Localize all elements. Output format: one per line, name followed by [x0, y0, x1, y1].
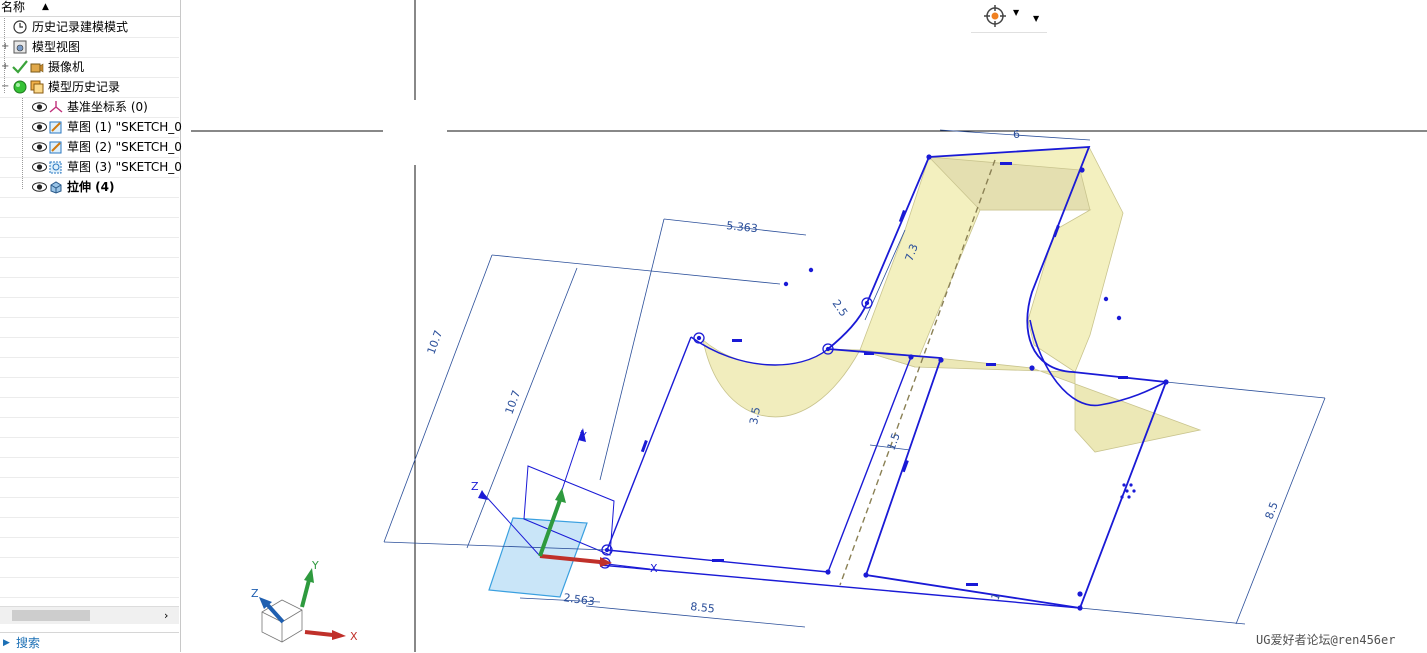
tree-item-label: 草图 (2) "SKETCH_0 — [67, 140, 182, 154]
extrude-surface[interactable] — [702, 146, 1202, 453]
empty-row — [0, 297, 179, 318]
sketch-icon — [49, 161, 62, 174]
dimension-top-width[interactable]: 6 — [1013, 128, 1020, 141]
tree-item-label: 拉伸 (4) — [67, 180, 115, 194]
tree-item-label: 基准坐标系 (0) — [67, 100, 148, 114]
part-navigator: 名称 ▲ 历史记录建模模式 + 模型视图 + 摄像机 − 模型历史记录 基准坐标… — [0, 0, 182, 653]
clock-icon — [13, 20, 27, 34]
expand-icon[interactable]: + — [1, 57, 9, 77]
triad-z-label: Z — [251, 587, 259, 600]
dimension-5-363[interactable]: 5.363 — [726, 219, 759, 235]
model-canvas[interactable]: 6 5.363 7.3 2.5 10.7 10.7 3.5 1.5 8.5 2.… — [181, 0, 1427, 652]
empty-row — [0, 457, 179, 478]
tangent-markers — [599, 297, 873, 569]
empty-row — [0, 537, 179, 558]
empty-row — [0, 437, 179, 458]
empty-row — [0, 357, 179, 378]
sketch-icon — [49, 121, 62, 134]
sketch-y-label: Y — [579, 430, 587, 443]
view-triad[interactable]: Z Y X — [251, 559, 358, 643]
name-column-header[interactable]: 名称 — [1, 0, 25, 15]
watermark-text: UG爱好者论坛@ren456er — [1256, 633, 1396, 647]
empty-row — [0, 337, 179, 358]
snap-toolbar: ▼ ▼ — [971, 0, 1047, 33]
expand-icon[interactable]: + — [1, 37, 9, 57]
sketch-z-label: Z — [471, 480, 479, 493]
search-section[interactable]: ▶ 搜索 — [0, 632, 179, 653]
camera-icon — [30, 63, 44, 73]
empty-row — [0, 577, 179, 598]
empty-row — [0, 317, 179, 338]
sort-ascending-icon[interactable]: ▲ — [42, 0, 49, 15]
empty-row — [0, 557, 179, 578]
tree-item-cameras[interactable]: + 摄像机 — [0, 57, 179, 78]
snap-dropdown-icon[interactable]: ▼ — [1013, 8, 1019, 17]
checkmark-icon — [12, 60, 28, 74]
empty-row — [0, 477, 179, 498]
triad-y-label: Y — [311, 559, 319, 572]
visibility-eye-icon[interactable] — [32, 102, 47, 112]
dimension-2-5[interactable]: 2.5 — [830, 297, 851, 319]
dimension-10-7-outer[interactable]: 10.7 — [425, 329, 446, 356]
empty-row — [0, 217, 179, 238]
tree-item-label: 摄像机 — [48, 60, 85, 74]
graphics-window[interactable]: 6 5.363 7.3 2.5 10.7 10.7 3.5 1.5 8.5 2.… — [181, 0, 1427, 652]
tree-item-label: 模型历史记录 — [48, 80, 121, 94]
tree-item-sketch-3[interactable]: 草图 (3) "SKETCH_0 — [0, 157, 182, 178]
dimension-8-55[interactable]: 8.55 — [690, 600, 716, 615]
snap-point-icon[interactable] — [983, 4, 1007, 28]
visibility-eye-icon[interactable] — [32, 162, 47, 172]
expand-triangle-icon[interactable]: ▶ — [3, 633, 10, 653]
collapse-icon[interactable]: − — [1, 77, 9, 97]
status-ok-icon — [13, 80, 27, 94]
empty-row — [0, 377, 179, 398]
datum-csys-icon — [49, 101, 63, 113]
tree-item-label: 历史记录建模模式 — [32, 20, 129, 34]
navigator-header[interactable]: 名称 ▲ — [0, 0, 180, 17]
datum-plane[interactable] — [488, 465, 615, 598]
tree-item-label: 草图 (3) "SKETCH_0 — [67, 160, 182, 174]
horizontal-scrollbar[interactable]: › — [0, 606, 179, 624]
empty-row — [0, 257, 179, 278]
empty-row — [0, 197, 179, 218]
history-icon — [30, 80, 44, 94]
tree-item-extrude[interactable]: 拉伸 (4) — [0, 177, 179, 198]
triad-x-label: X — [350, 630, 358, 643]
visibility-eye-icon[interactable] — [32, 182, 47, 192]
sketch-x-label: X — [650, 562, 658, 575]
dimension-2-563[interactable]: 2.563 — [563, 591, 596, 608]
empty-row — [0, 277, 179, 298]
empty-row — [0, 497, 179, 518]
tree-item-label: 模型视图 — [32, 40, 81, 54]
tree-item-sketch-1[interactable]: 草图 (1) "SKETCH_0 — [0, 117, 182, 138]
tree-item-model-history[interactable]: − 模型历史记录 — [0, 77, 179, 98]
search-label[interactable]: 搜索 — [16, 633, 40, 653]
empty-row — [0, 237, 179, 258]
toolbar-overflow-icon[interactable]: ▼ — [1033, 14, 1039, 23]
empty-row — [0, 517, 179, 538]
scroll-right-icon[interactable]: › — [164, 607, 168, 624]
empty-row — [0, 397, 179, 418]
tree-item-sketch-2[interactable]: 草图 (2) "SKETCH_0 — [0, 137, 182, 158]
visibility-eye-icon[interactable] — [32, 142, 47, 152]
tree-item-history-mode[interactable]: 历史记录建模模式 — [0, 17, 179, 38]
visibility-eye-icon[interactable] — [32, 122, 47, 132]
dimension-3-5[interactable]: 3.5 — [747, 406, 763, 425]
tree-item-datum-csys[interactable]: 基准坐标系 (0) — [0, 97, 179, 118]
sketch-icon — [49, 141, 62, 154]
extrude-icon — [50, 181, 62, 194]
tree-item-model-views[interactable]: + 模型视图 — [0, 37, 179, 58]
model-view-icon — [13, 40, 27, 54]
empty-row — [0, 417, 179, 438]
scrollbar-thumb[interactable] — [12, 610, 90, 621]
tree-item-label: 草图 (1) "SKETCH_0 — [67, 120, 182, 134]
